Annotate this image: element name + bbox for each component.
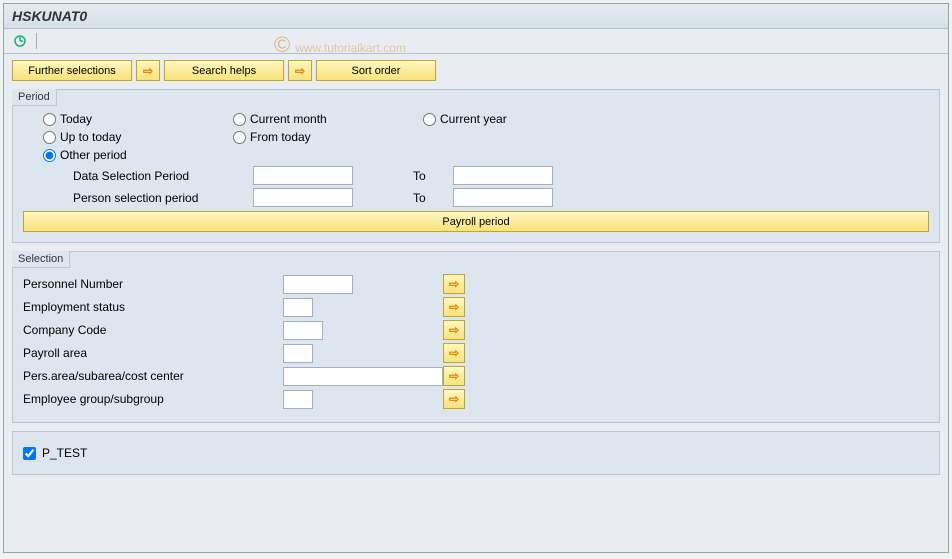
- radio-today[interactable]: Today: [43, 112, 193, 126]
- company-code-input[interactable]: [283, 321, 323, 340]
- arrow-right-icon: ⇨: [449, 392, 459, 406]
- person-selection-from-input[interactable]: [253, 188, 353, 207]
- person-selection-label: Person selection period: [73, 191, 243, 205]
- arrow-right-icon: ⇨: [449, 323, 459, 337]
- to-label-1: To: [413, 169, 443, 183]
- pers-area-label: Pers.area/subarea/cost center: [23, 369, 283, 383]
- arrow-right-icon: ⇨: [295, 64, 305, 78]
- personnel-number-multi-button[interactable]: ⇨: [443, 274, 465, 294]
- execute-icon[interactable]: [12, 33, 28, 49]
- search-helps-button[interactable]: Search helps: [164, 60, 284, 81]
- payroll-period-button[interactable]: Payroll period: [23, 211, 929, 232]
- employment-status-input[interactable]: [283, 298, 313, 317]
- employment-status-multi-button[interactable]: ⇨: [443, 297, 465, 317]
- payroll-area-label: Payroll area: [23, 346, 283, 360]
- p-test-checkbox[interactable]: P_TEST: [23, 446, 929, 460]
- person-selection-to-input[interactable]: [453, 188, 553, 207]
- bottom-group: P_TEST: [12, 431, 940, 475]
- app-window: HSKUNAT0 © www.tutorialkart.com Further …: [3, 3, 949, 553]
- radio-other-period[interactable]: Other period: [43, 148, 193, 162]
- page-title: HSKUNAT0: [4, 4, 948, 29]
- employment-status-label: Employment status: [23, 300, 283, 314]
- arrow-right-icon: ⇨: [449, 346, 459, 360]
- further-selections-button[interactable]: Further selections: [12, 60, 132, 81]
- company-code-multi-button[interactable]: ⇨: [443, 320, 465, 340]
- arrow-right-icon: ⇨: [449, 277, 459, 291]
- button-row: Further selections ⇨ Search helps ⇨ Sort…: [4, 54, 948, 87]
- radio-current-month[interactable]: Current month: [233, 112, 383, 126]
- employee-group-input[interactable]: [283, 390, 313, 409]
- data-selection-label: Data Selection Period: [73, 169, 243, 183]
- sort-order-button[interactable]: Sort order: [316, 60, 436, 81]
- sort-order-arrow[interactable]: ⇨: [288, 60, 312, 81]
- period-group-title: Period: [12, 89, 57, 106]
- data-selection-from-input[interactable]: [253, 166, 353, 185]
- arrow-right-icon: ⇨: [449, 369, 459, 383]
- radio-up-to-today[interactable]: Up to today: [43, 130, 193, 144]
- pers-area-multi-button[interactable]: ⇨: [443, 366, 465, 386]
- company-code-label: Company Code: [23, 323, 283, 337]
- search-helps-arrow[interactable]: ⇨: [136, 60, 160, 81]
- radio-from-today[interactable]: From today: [233, 130, 383, 144]
- personnel-number-label: Personnel Number: [23, 277, 283, 291]
- personnel-number-input[interactable]: [283, 275, 353, 294]
- payroll-area-multi-button[interactable]: ⇨: [443, 343, 465, 363]
- employee-group-multi-button[interactable]: ⇨: [443, 389, 465, 409]
- radio-current-year[interactable]: Current year: [423, 112, 573, 126]
- arrow-right-icon: ⇨: [143, 64, 153, 78]
- pers-area-input[interactable]: [283, 367, 443, 386]
- employee-group-label: Employee group/subgroup: [23, 392, 283, 406]
- selection-group-title: Selection: [12, 251, 70, 268]
- payroll-area-input[interactable]: [283, 344, 313, 363]
- selection-group: Selection Personnel Number ⇨ Employment …: [12, 251, 940, 423]
- period-group: Period Today Current month Current year …: [12, 89, 940, 243]
- toolbar: [4, 29, 948, 54]
- toolbar-separator: [36, 33, 37, 49]
- arrow-right-icon: ⇨: [449, 300, 459, 314]
- to-label-2: To: [413, 191, 443, 205]
- data-selection-to-input[interactable]: [453, 166, 553, 185]
